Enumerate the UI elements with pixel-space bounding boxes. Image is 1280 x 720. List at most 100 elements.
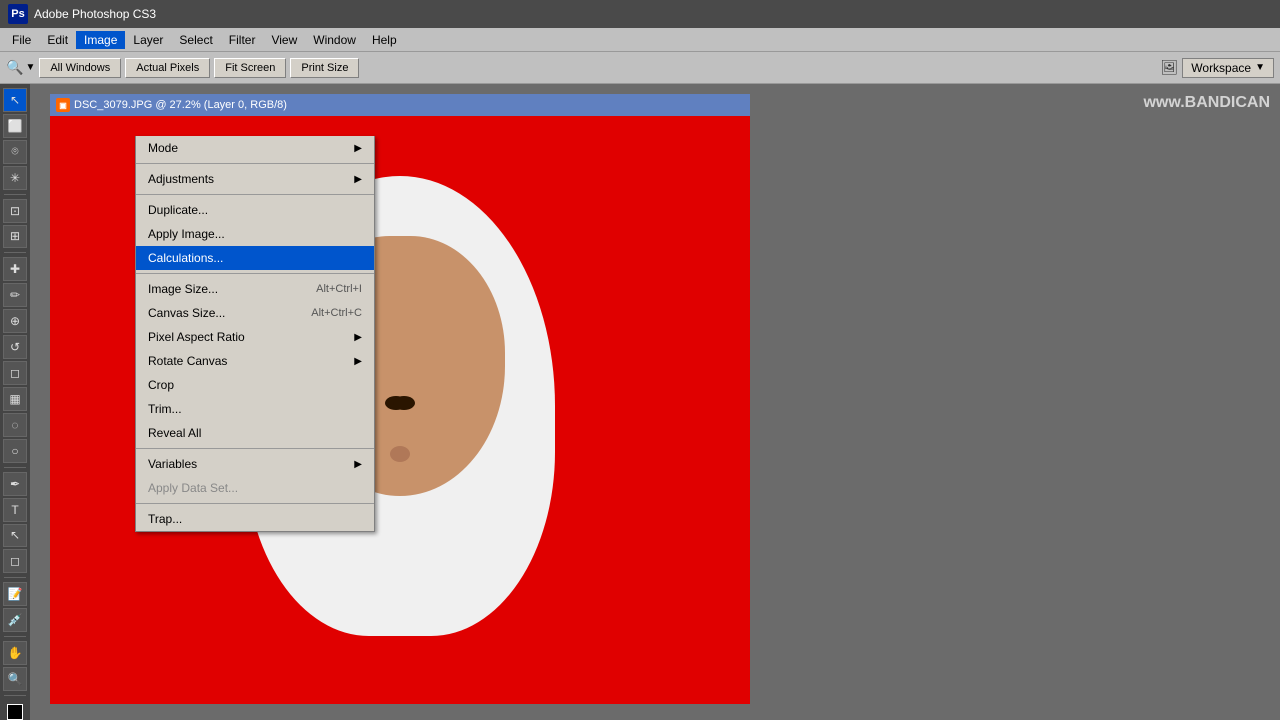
menu-item-calculations-label: Calculations... [148,251,223,265]
watermark: www.BANDICAN [1143,94,1270,112]
tool-eraser[interactable]: ◻ [3,361,27,385]
menu-item-adjustments-label: Adjustments [148,172,214,186]
menu-item-apply-image[interactable]: Apply Image... [136,222,374,246]
main-area: ↖ ⬜ ⌾ ✳ ⊡ ⊞ ✚ ✏ ⊕ ↺ ◻ ▦ ◌ ○ ✒ T ↖ ◻ 📝 💉 … [0,84,1280,720]
actual-pixels-button[interactable]: Actual Pixels [125,58,210,78]
tool-blur[interactable]: ◌ [3,413,27,437]
menu-item-variables[interactable]: Variables ▶ [136,452,374,476]
sep3 [136,273,374,274]
menu-item-apply-data: Apply Data Set... [136,476,374,500]
tool-marquee[interactable]: ⬜ [3,114,27,138]
image-title: DSC_3079.JPG @ 27.2% (Layer 0, RGB/8) [74,99,287,111]
toolbox-sep2 [4,252,26,253]
pixel-aspect-arrow: ▶ [354,332,362,343]
menu-window[interactable]: Window [305,31,364,49]
sep1 [136,163,374,164]
fit-screen-button[interactable]: Fit Screen [214,58,286,78]
menu-item-canvas-size[interactable]: Canvas Size... Alt+Ctrl+C [136,301,374,325]
menu-item-pixel-aspect-label: Pixel Aspect Ratio [148,330,245,344]
app-title: Adobe Photoshop CS3 [34,7,156,21]
tool-magic-wand[interactable]: ✳ [3,166,27,190]
title-bar: Ps Adobe Photoshop CS3 [0,0,1280,28]
tool-eyedropper[interactable]: 💉 [3,608,27,632]
workspace-arrow: ▼ [1255,62,1265,73]
print-size-button[interactable]: Print Size [290,58,359,78]
toolbox-sep3 [4,467,26,468]
sep4 [136,448,374,449]
menu-item-calculations[interactable]: Calculations... [136,246,374,270]
menu-bar: File Edit Image Layer Select Filter View… [0,28,1280,52]
workspace-area: 🖼 Workspace ▼ [1161,58,1275,78]
tool-crop[interactable]: ⊡ [3,199,27,223]
menu-item-image-size[interactable]: Image Size... Alt+Ctrl+I [136,277,374,301]
tool-slice[interactable]: ⊞ [3,225,27,249]
mode-arrow: ▶ [354,143,362,154]
workspace-button[interactable]: Workspace ▼ [1182,58,1274,78]
toolbox-sep4 [4,577,26,578]
toolbox-sep5 [4,636,26,637]
menu-file[interactable]: File [4,31,39,49]
foreground-color[interactable] [7,704,23,720]
menu-filter[interactable]: Filter [221,31,264,49]
tool-hand[interactable]: ✋ [3,641,27,665]
tool-text[interactable]: T [3,498,27,522]
menu-item-crop[interactable]: Crop [136,373,374,397]
tool-dodge[interactable]: ○ [3,439,27,463]
tool-history-brush[interactable]: ↺ [3,335,27,359]
menu-item-reveal-all-label: Reveal All [148,426,201,440]
tool-notes[interactable]: 📝 [3,582,27,606]
tool-stamp[interactable]: ⊕ [3,309,27,333]
tool-gradient[interactable]: ▦ [3,387,27,411]
menu-item-rotate-canvas-label: Rotate Canvas [148,354,227,368]
tool-pen[interactable]: ✒ [3,472,27,496]
toolbox-sep6 [4,695,26,696]
canvas-area: ▣ DSC_3079.JPG @ 27.2% (Layer 0, RGB/8) [30,84,1280,720]
workspace-label: Workspace [1191,61,1251,75]
menu-item-duplicate-label: Duplicate... [148,203,208,217]
menu-item-pixel-aspect[interactable]: Pixel Aspect Ratio ▶ [136,325,374,349]
image-dropdown-menu: Mode ▶ Adjustments ▶ Duplicate... Apply … [135,136,375,532]
nose [390,446,410,462]
tool-lasso[interactable]: ⌾ [3,140,27,164]
tool-shape[interactable]: ◻ [3,549,27,573]
image-size-shortcut: Alt+Ctrl+I [316,283,362,295]
ps-logo: Ps [8,4,28,24]
menu-item-reveal-all[interactable]: Reveal All [136,421,374,445]
menu-view[interactable]: View [263,31,305,49]
menu-layer[interactable]: Layer [125,31,171,49]
image-title-bar: ▣ DSC_3079.JPG @ 27.2% (Layer 0, RGB/8) [50,94,750,116]
menu-image[interactable]: Image [76,31,125,49]
menu-item-variables-label: Variables [148,457,197,471]
tool-path-select[interactable]: ↖ [3,524,27,548]
menu-item-canvas-size-label: Canvas Size... [148,306,225,320]
menu-item-crop-label: Crop [148,378,174,392]
menu-item-rotate-canvas[interactable]: Rotate Canvas ▶ [136,349,374,373]
variables-arrow: ▶ [354,459,362,470]
toolbox-sep1 [4,194,26,195]
toolbar: 🔍 ▼ All Windows Actual Pixels Fit Screen… [0,52,1280,84]
eye-right [393,396,415,410]
sep2 [136,194,374,195]
all-windows-button[interactable]: All Windows [39,58,121,78]
menu-item-adjustments[interactable]: Adjustments ▶ [136,167,374,191]
tool-heal[interactable]: ✚ [3,257,27,281]
menu-item-mode[interactable]: Mode ▶ [136,136,374,160]
menu-item-trim[interactable]: Trim... [136,397,374,421]
search-area: 🔍 ▼ [6,59,35,76]
menu-edit[interactable]: Edit [39,31,76,49]
menu-select[interactable]: Select [171,31,220,49]
menu-item-mode-label: Mode [148,141,178,155]
image-file-icon: ▣ [56,98,70,112]
workspace-icon: 🖼 [1161,59,1179,76]
sep5 [136,503,374,504]
menu-help[interactable]: Help [364,31,405,49]
menu-item-duplicate[interactable]: Duplicate... [136,198,374,222]
toolbox: ↖ ⬜ ⌾ ✳ ⊡ ⊞ ✚ ✏ ⊕ ↺ ◻ ▦ ◌ ○ ✒ T ↖ ◻ 📝 💉 … [0,84,30,720]
tool-move[interactable]: ↖ [3,88,27,112]
search-dropdown-arrow[interactable]: ▼ [25,62,35,73]
tool-brush[interactable]: ✏ [3,283,27,307]
menu-item-trim-label: Trim... [148,402,182,416]
tool-zoom[interactable]: 🔍 [3,667,27,691]
menu-item-trap[interactable]: Trap... [136,507,374,531]
rotate-canvas-arrow: ▶ [354,356,362,367]
